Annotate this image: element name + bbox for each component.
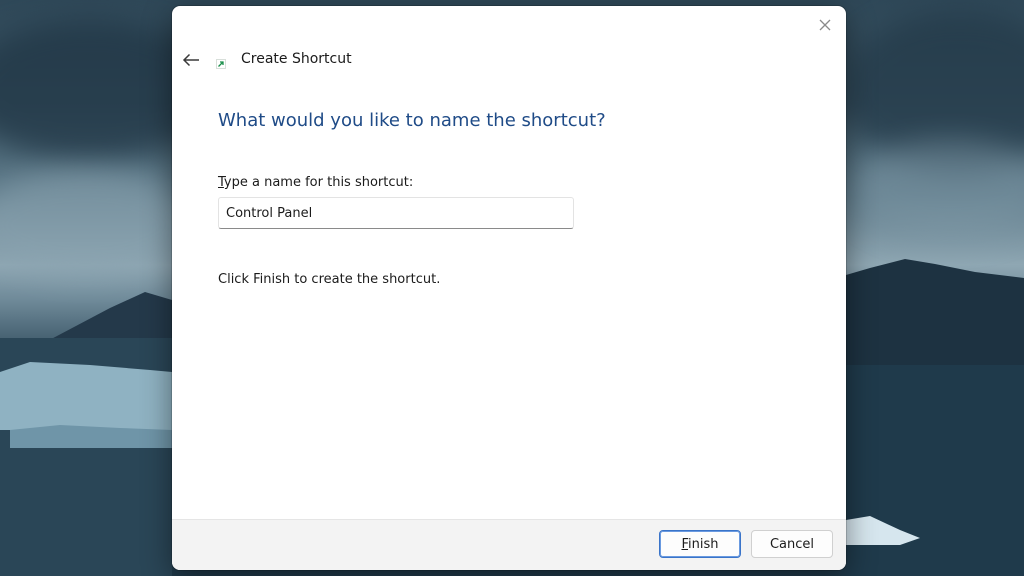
shortcut-name-label: Type a name for this shortcut: (218, 175, 413, 190)
name-label-text: ype a name for this shortcut: (223, 175, 414, 190)
finish-label: inish (688, 536, 719, 552)
close-icon (819, 19, 831, 31)
dialog-footer: Finish Cancel (172, 519, 846, 570)
back-arrow-icon (182, 53, 199, 67)
dialog-title: Create Shortcut (241, 51, 352, 67)
create-shortcut-dialog: Create Shortcut What would you like to n… (172, 6, 846, 570)
back-button[interactable] (180, 50, 202, 70)
finish-instruction: Click Finish to create the shortcut. (218, 272, 441, 287)
page-heading: What would you like to name the shortcut… (218, 110, 606, 131)
close-button[interactable] (814, 14, 836, 36)
finish-button[interactable]: Finish (659, 530, 741, 558)
shortcut-arrow-icon (216, 59, 226, 69)
cancel-button[interactable]: Cancel (751, 530, 833, 558)
shortcut-name-input[interactable] (218, 197, 574, 229)
